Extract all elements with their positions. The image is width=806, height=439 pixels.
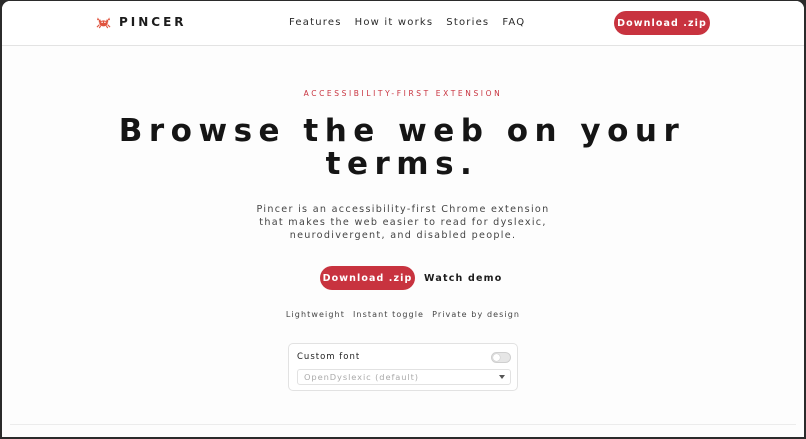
crab-icon [96,17,111,29]
feature-item: Private by design [432,310,521,319]
brand-name: PINCER [119,15,187,29]
nav-link-how-it-works[interactable]: How it works [355,17,434,28]
custom-font-label: Custom font [297,352,361,362]
feature-item: Lightweight [285,310,345,319]
browser-viewport: PINCER Features How it works Stories FAQ… [2,1,804,437]
settings-card: Custom font OpenDyslexic (default) [288,343,518,391]
brand[interactable]: PINCER [96,15,187,29]
nav-link-stories[interactable]: Stories [446,17,489,28]
hero-eyebrow: ACCESSIBILITY-FIRST EXTENSION [303,89,503,98]
top-nav: PINCER Features How it works Stories FAQ… [2,1,804,46]
nav-download-button[interactable]: Download .zip [614,11,710,35]
hero-headline: Browse the web on your terms. [118,113,686,182]
hero-cta-row: Download .zip Watch demo [320,266,502,290]
nav-link-faq[interactable]: FAQ [502,17,525,28]
nav-link-features[interactable]: Features [289,17,342,28]
hero-download-button[interactable]: Download .zip [320,266,415,290]
feature-list: Lightweight Instant toggle Private by de… [2,310,804,319]
font-select[interactable]: OpenDyslexic (default) [297,369,511,385]
font-select-value: OpenDyslexic (default) [304,372,419,382]
custom-font-toggle[interactable] [491,352,511,363]
hero-description: Pincer is an accessibility-first Chrome … [256,204,550,241]
feature-item: Instant toggle [352,310,425,319]
nav-links: Features How it works Stories FAQ [289,17,538,28]
toggle-knob [493,354,500,361]
watch-demo-button[interactable]: Watch demo [424,273,502,284]
section-divider [10,424,796,425]
chevron-down-icon [499,375,505,379]
